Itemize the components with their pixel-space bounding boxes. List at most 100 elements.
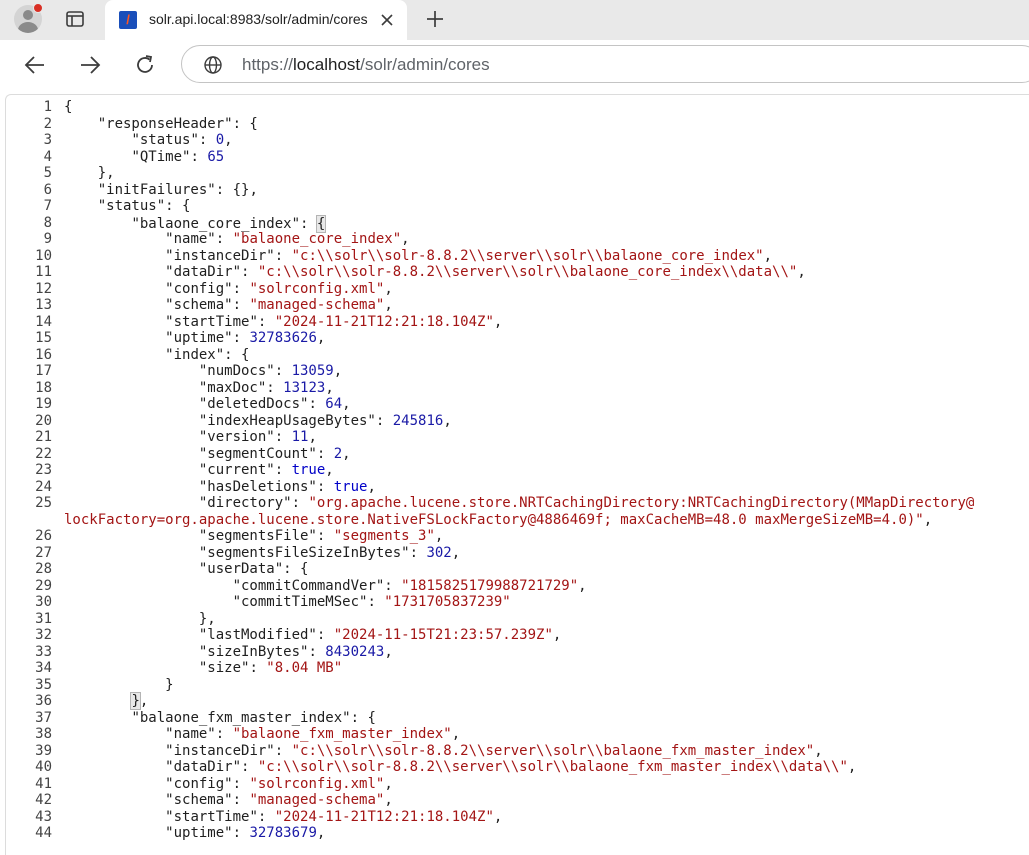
line-number: 29 bbox=[35, 577, 52, 594]
json-punctuation: : bbox=[257, 808, 275, 825]
url-scheme: https:// bbox=[242, 55, 294, 74]
json-punctuation: : bbox=[232, 825, 250, 841]
line-text: "startTime": "2024-11-21T12:21:18.104Z", bbox=[64, 314, 502, 331]
line-number: 6 bbox=[43, 181, 52, 198]
line-text: "dataDir": "c:\\solr\\solr-8.8.2\\server… bbox=[64, 759, 856, 776]
line-number: 25 bbox=[35, 495, 52, 511]
line-text: "instanceDir": "c:\\solr\\solr-8.8.2\\se… bbox=[64, 742, 823, 760]
line-text: "dataDir": "c:\\solr\\solr-8.8.2\\server… bbox=[64, 264, 806, 281]
json-number: 64 bbox=[325, 396, 343, 412]
json-key: "indexHeapUsageBytes" bbox=[198, 412, 376, 429]
code-line: 20 "indexHeapUsageBytes": 245816, bbox=[6, 413, 1029, 430]
json-number: 13059 bbox=[291, 363, 334, 379]
code-line: 35 } bbox=[6, 677, 1029, 694]
line-text: "config": "solrconfig.xml", bbox=[64, 281, 393, 298]
code-line: 31 }, bbox=[6, 611, 1029, 628]
json-string: "solrconfig.xml" bbox=[249, 280, 385, 297]
line-number: 3 bbox=[43, 132, 52, 148]
line-text: "size": "8.04 MB" bbox=[64, 660, 342, 677]
json-string: "balaone_fxm_master_index" bbox=[232, 726, 452, 742]
code-line: 26 "segmentsFile": "segments_3", bbox=[6, 528, 1029, 545]
address-bar[interactable]: https://localhost/solr/admin/cores bbox=[181, 45, 1029, 83]
line-text: "status": 0, bbox=[64, 132, 232, 149]
line-text: "uptime": 32783626, bbox=[64, 330, 325, 347]
json-string: "org.apache.lucene.store.NRTCachingDirec… bbox=[308, 495, 975, 511]
json-string: "2024-11-21T12:21:18.104Z" bbox=[274, 808, 494, 825]
json-key: "schema" bbox=[165, 792, 233, 808]
line-text: "instanceDir": "c:\\solr\\solr-8.8.2\\se… bbox=[64, 248, 772, 265]
json-punctuation: , bbox=[434, 528, 444, 544]
code-line: 42 "schema": "managed-schema", bbox=[6, 792, 1029, 809]
json-punctuation: , bbox=[316, 330, 326, 346]
json-punctuation: , bbox=[384, 643, 393, 660]
json-punctuation: } bbox=[165, 676, 174, 693]
line-number: 34 bbox=[35, 660, 52, 676]
line-text: "balaone_core_index": { bbox=[64, 214, 327, 233]
forward-arrow-icon[interactable] bbox=[78, 53, 102, 77]
json-punctuation: : bbox=[232, 297, 250, 313]
globe-icon[interactable] bbox=[203, 55, 223, 75]
line-text: "hasDeletions": true, bbox=[64, 479, 376, 496]
line-number: 15 bbox=[35, 330, 52, 346]
json-punctuation: : bbox=[190, 148, 208, 165]
json-key: "segmentCount" bbox=[198, 445, 317, 462]
json-punctuation: , bbox=[814, 742, 823, 759]
json-key: "responseHeader" bbox=[97, 115, 233, 132]
code-line: 16 "index": { bbox=[6, 347, 1029, 364]
json-key: "startTime" bbox=[165, 808, 258, 825]
line-number: 20 bbox=[35, 412, 52, 429]
json-code-block: 1{ 2 "responseHeader": {3 "status": 0, 4 "… bbox=[6, 99, 1029, 842]
json-string: "8.04 MB" bbox=[266, 660, 343, 676]
code-line: 8 "balaone_core_index": { bbox=[6, 214, 1029, 233]
code-line: 7 "status": { bbox=[6, 198, 1029, 215]
line-number: 16 bbox=[35, 346, 52, 363]
json-string: "1815825179988721729" bbox=[401, 577, 579, 594]
json-punctuation: : bbox=[274, 247, 292, 264]
tab-actions-icon[interactable] bbox=[65, 9, 85, 29]
line-number: 39 bbox=[35, 742, 52, 759]
line-text: } bbox=[64, 676, 174, 694]
json-viewer[interactable]: 1{ 2 "responseHeader": {3 "status": 0, 4 "… bbox=[5, 94, 1029, 855]
line-number: 33 bbox=[35, 643, 52, 660]
close-icon[interactable] bbox=[379, 12, 395, 28]
code-line: 36 }, bbox=[6, 692, 1029, 710]
json-punctuation: : bbox=[274, 363, 292, 379]
json-number: 13123 bbox=[283, 379, 326, 396]
json-punctuation: : bbox=[215, 231, 233, 247]
line-text: "segmentsFile": "segments_3", bbox=[64, 528, 443, 545]
line-number: 38 bbox=[35, 726, 52, 742]
json-number: 32783679 bbox=[249, 825, 317, 841]
json-punctuation: : bbox=[316, 528, 334, 544]
json-punctuation: , bbox=[797, 264, 806, 280]
json-punctuation: { bbox=[64, 99, 73, 115]
json-punctuation: : bbox=[308, 396, 326, 412]
json-string: "c:\\solr\\solr-8.8.2\\server\\solr\\bal… bbox=[257, 759, 848, 775]
line-number: 27 bbox=[35, 544, 52, 561]
json-key: "dataDir" bbox=[165, 264, 242, 280]
json-key: "lastModified" bbox=[198, 627, 317, 643]
back-arrow-icon[interactable] bbox=[23, 53, 47, 77]
line-text: "sizeInBytes": 8430243, bbox=[64, 644, 393, 661]
plus-icon[interactable] bbox=[424, 8, 446, 30]
json-punctuation: , bbox=[342, 445, 351, 462]
matched-bracket: { bbox=[315, 214, 327, 233]
tab-title: solr.api.local:8983/solr/admin/cores bbox=[149, 11, 368, 27]
reload-icon[interactable] bbox=[133, 53, 157, 77]
json-punctuation: }, bbox=[198, 610, 216, 627]
json-punctuation: : bbox=[232, 792, 250, 808]
json-key: "deletedDocs" bbox=[198, 396, 309, 412]
solr-favicon-icon: / bbox=[119, 11, 137, 29]
line-number: 17 bbox=[35, 363, 52, 379]
json-key: "startTime" bbox=[165, 313, 258, 330]
json-punctuation: : bbox=[215, 726, 233, 742]
active-tab[interactable]: / solr.api.local:8983/solr/admin/cores bbox=[105, 0, 407, 40]
json-punctuation: : bbox=[249, 660, 267, 676]
code-line: 4 "QTime": 65 bbox=[6, 149, 1029, 166]
code-line: 13 "schema": "managed-schema", bbox=[6, 297, 1029, 314]
code-line: 1{ bbox=[6, 99, 1029, 116]
json-number: 2 bbox=[333, 445, 343, 462]
line-text: "numDocs": 13059, bbox=[64, 363, 342, 380]
url-text[interactable]: https://localhost/solr/admin/cores bbox=[242, 55, 490, 75]
line-text: "status": { bbox=[64, 198, 191, 215]
json-punctuation: , bbox=[923, 511, 933, 528]
